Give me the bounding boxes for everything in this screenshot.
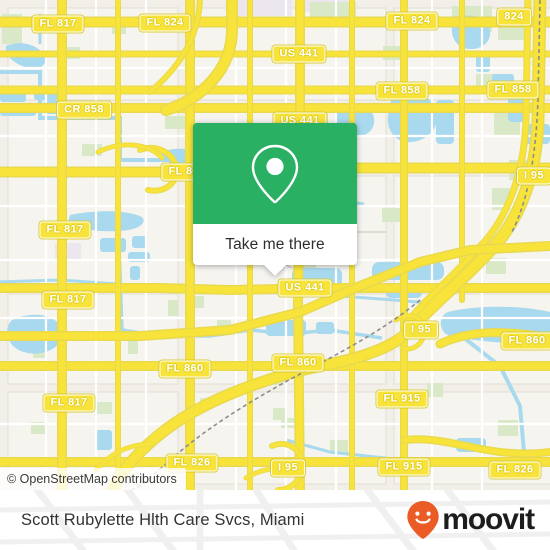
- road-shield-label: FL 826: [489, 461, 541, 479]
- road-shield-label: FL 817: [42, 291, 94, 309]
- road-shield-label: 824: [497, 8, 531, 26]
- moovit-wordmark: moovit: [442, 503, 535, 536]
- map-attribution[interactable]: © OpenStreetMap contributors: [0, 468, 186, 490]
- callout-icon-panel: [193, 123, 357, 224]
- road-shield-label: FL 824: [139, 14, 191, 32]
- moovit-logo[interactable]: moovit: [406, 490, 535, 550]
- callout-pointer: [264, 265, 286, 276]
- road-shield-label: US 441: [272, 45, 326, 63]
- moovit-place-card: .land { fill:#f2efe9; } .block { fill:#f…: [0, 0, 550, 550]
- footer-bar: Scott Rubylette Hlth Care Svcs, Miami mo…: [0, 490, 550, 550]
- road-shield-label: FL 858: [376, 82, 428, 100]
- callout-label: Take me there: [225, 235, 325, 253]
- moovit-smiley-pin-icon: [407, 501, 439, 539]
- road-shield-label: I 95: [271, 459, 305, 477]
- road-shield-label: FL 860: [501, 332, 550, 350]
- take-me-there-callout[interactable]: Take me there: [193, 123, 357, 276]
- map-pin-icon: [251, 144, 299, 203]
- road-shield-label: FL 858: [487, 81, 539, 99]
- place-title: Scott Rubylette Hlth Care Svcs, Miami: [21, 510, 305, 529]
- road-shield-label: FL 860: [272, 354, 324, 372]
- road-shield-label: FL 915: [376, 390, 428, 408]
- road-shield-label: FL 817: [43, 394, 95, 412]
- road-shield-label: FL 817: [39, 221, 91, 239]
- road-shield-label: FL 860: [159, 360, 211, 378]
- road-shield-label: I 95: [404, 321, 438, 339]
- road-shield-label: I 95: [517, 167, 550, 185]
- road-shield-label: CR 858: [57, 101, 111, 119]
- road-shield-label: FL 824: [386, 12, 438, 30]
- road-shield-label: US 441: [278, 279, 332, 297]
- map-canvas[interactable]: .land { fill:#f2efe9; } .block { fill:#f…: [0, 0, 550, 490]
- road-shield-label: FL 817: [32, 15, 84, 33]
- road-shield-label: FL 915: [378, 458, 430, 476]
- callout-action-panel[interactable]: Take me there: [193, 224, 357, 276]
